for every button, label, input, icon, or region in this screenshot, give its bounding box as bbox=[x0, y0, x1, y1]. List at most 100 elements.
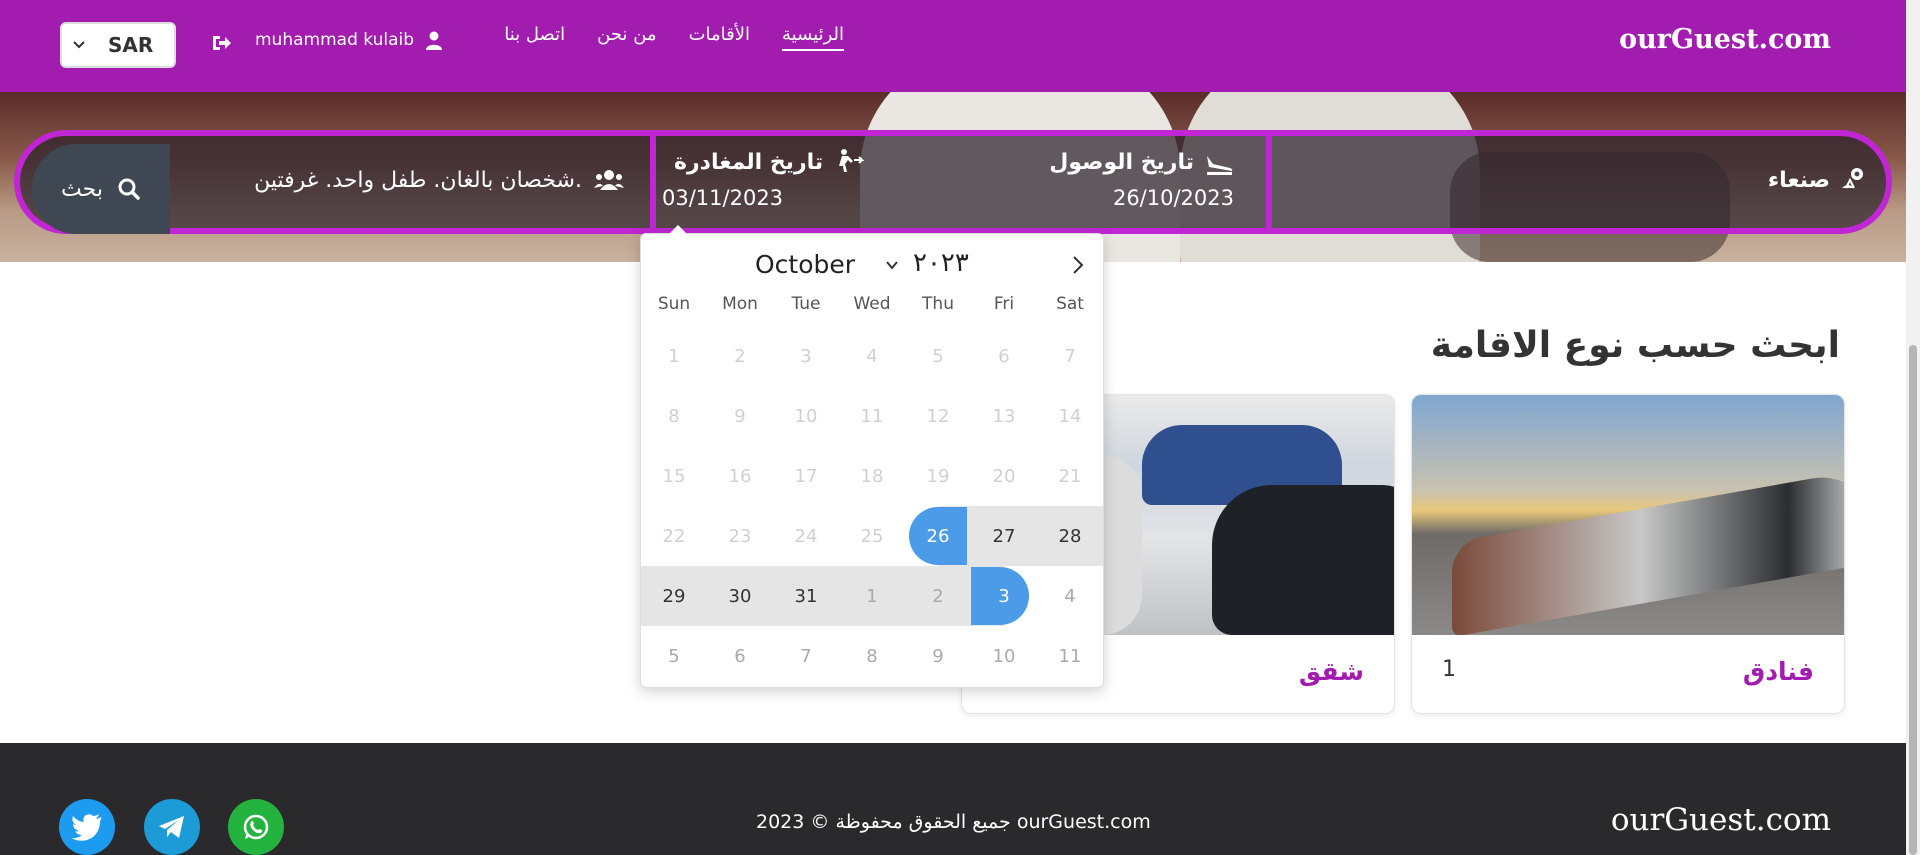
calendar-day[interactable]: 27 bbox=[971, 506, 1037, 566]
section-title: ابحث حسب نوع الاقامة bbox=[1430, 325, 1840, 366]
calendar-day: 3 bbox=[800, 345, 812, 367]
footer: ourGuest.com جميع الحقوق محفوظة © 2023 o… bbox=[0, 743, 1906, 855]
departure-label: تاريخ المغادرة bbox=[674, 150, 824, 175]
card-count: 1 bbox=[1442, 657, 1456, 682]
location-field[interactable]: صنعاء bbox=[1268, 136, 1886, 228]
departure-date: 03/11/2023 bbox=[662, 186, 784, 210]
departure-walk-icon bbox=[839, 149, 865, 172]
calendar-day[interactable]: 9 bbox=[905, 626, 971, 686]
calendar-day: 7 bbox=[1064, 345, 1076, 367]
calendar-day: 15 bbox=[662, 465, 686, 487]
user-menu[interactable]: muhammad kulaib bbox=[255, 30, 444, 50]
chevron-down-icon[interactable] bbox=[884, 258, 900, 272]
hotels-image bbox=[1412, 395, 1844, 635]
main-nav: الرئيسية الأقامات من نحن اتصل بنا bbox=[504, 24, 844, 51]
nav-contact[interactable]: اتصل بنا bbox=[504, 24, 565, 51]
calendar-day: 17 bbox=[794, 465, 818, 487]
footer-copyright: جميع الحقوق محفوظة © 2023 ourGuest.com bbox=[756, 811, 1151, 833]
calendar-day[interactable]: 5 bbox=[641, 626, 707, 686]
calendar-day: 10 bbox=[794, 405, 818, 427]
currency-select[interactable]: SAR bbox=[60, 22, 176, 68]
calendar-day: 13 bbox=[992, 405, 1016, 427]
logout-icon[interactable] bbox=[210, 32, 232, 54]
calendar-day: 4 bbox=[866, 345, 878, 367]
arrival-date: 26/10/2023 bbox=[1112, 186, 1234, 210]
calendar-day: 2 bbox=[734, 345, 746, 367]
calendar-day: 19 bbox=[926, 465, 950, 487]
nav-home[interactable]: الرئيسية bbox=[782, 24, 844, 51]
day-number: 26 bbox=[926, 525, 950, 547]
calendar-month[interactable]: October bbox=[755, 250, 855, 279]
calendar-day[interactable]: 11 bbox=[1037, 626, 1103, 686]
search-bar: صنعاء تاريخ الوصول 26/10/2023 03/11/2023… bbox=[14, 130, 1892, 234]
calendar-weekdays: Sun Mon Tue Wed Thu Fri Sat bbox=[641, 294, 1105, 314]
calendar-day: 25 bbox=[860, 525, 884, 547]
calendar-day[interactable]: 30 bbox=[707, 566, 773, 626]
users-icon bbox=[594, 170, 624, 190]
calendar-day[interactable]: 4 bbox=[1037, 566, 1103, 626]
calendar-day: 20 bbox=[992, 465, 1016, 487]
calendar-day: 18 bbox=[860, 465, 884, 487]
arrival-label: تاريخ الوصول bbox=[1049, 150, 1194, 175]
twitter-icon[interactable] bbox=[59, 799, 115, 855]
calendar-day[interactable]: 7 bbox=[773, 626, 839, 686]
calendar-day[interactable]: 29 bbox=[641, 566, 707, 626]
weekday: Sat bbox=[1056, 294, 1084, 314]
calendar-day-selected-start[interactable]: 26 bbox=[905, 506, 971, 566]
calendar-day: 9 bbox=[734, 405, 746, 427]
calendar-day: 21 bbox=[1058, 465, 1082, 487]
calendar-day: 1 bbox=[668, 345, 680, 367]
card-title: شقق bbox=[1298, 657, 1364, 686]
plane-landing-icon bbox=[1207, 156, 1233, 175]
weekday: Thu bbox=[922, 294, 954, 314]
calendar-grid: 1 2 3 4 5 6 7 8 9 10 11 12 13 14 15 16 1… bbox=[641, 326, 1105, 686]
calendar-day[interactable]: 10 bbox=[971, 626, 1037, 686]
header: ourGuest.com الرئيسية الأقامات من نحن ات… bbox=[0, 0, 1906, 92]
calendar-day: 12 bbox=[926, 405, 950, 427]
nav-about[interactable]: من نحن bbox=[597, 24, 656, 51]
calendar-day: 24 bbox=[794, 525, 818, 547]
scrollbar-thumb[interactable] bbox=[1909, 345, 1917, 855]
date-picker: October ٢٠٢٣ Sun Mon Tue Wed Thu Fri Sat… bbox=[640, 225, 1105, 688]
brand-logo[interactable]: ourGuest.com bbox=[1619, 24, 1831, 55]
whatsapp-icon[interactable] bbox=[228, 799, 284, 855]
chevron-down-icon bbox=[73, 41, 85, 49]
calendar-day: 16 bbox=[728, 465, 752, 487]
calendar-day[interactable]: 6 bbox=[707, 626, 773, 686]
calendar-day: 22 bbox=[662, 525, 686, 547]
search-button-label: بحث bbox=[61, 176, 103, 202]
search-icon bbox=[118, 178, 140, 200]
weekday: Wed bbox=[853, 294, 891, 314]
chevron-right-icon[interactable] bbox=[1069, 254, 1087, 276]
footer-brand[interactable]: ourGuest.com bbox=[1611, 802, 1831, 838]
location-label: صنعاء bbox=[1767, 168, 1830, 193]
telegram-icon[interactable] bbox=[144, 799, 200, 855]
calendar-day[interactable]: 28 bbox=[1037, 506, 1103, 566]
calendar-day[interactable]: 31 bbox=[773, 566, 839, 626]
location-pin-icon bbox=[1842, 168, 1863, 189]
guests-summary: شخصان بالغان. طفل واحد. غرفتين. bbox=[254, 168, 582, 193]
search-button[interactable]: بحث bbox=[32, 144, 170, 234]
stay-type-card-hotels[interactable]: فنادق 1 bbox=[1411, 394, 1845, 714]
card-title: فنادق bbox=[1742, 657, 1814, 686]
calendar-day[interactable]: 8 bbox=[839, 626, 905, 686]
nav-stays[interactable]: الأقامات bbox=[689, 24, 750, 51]
calendar-day[interactable]: 2 bbox=[905, 566, 971, 626]
user-name: muhammad kulaib bbox=[255, 30, 415, 50]
currency-value: SAR bbox=[108, 33, 154, 57]
weekday: Mon bbox=[722, 294, 758, 314]
calendar-year[interactable]: ٢٠٢٣ bbox=[913, 248, 969, 278]
calendar-day: 11 bbox=[860, 405, 884, 427]
guests-field[interactable]: شخصان بالغان. طفل واحد. غرفتين. bbox=[170, 136, 648, 228]
page-scrollbar[interactable] bbox=[1906, 0, 1920, 855]
calendar-day: 23 bbox=[728, 525, 752, 547]
calendar-day-selected-end[interactable]: 3 bbox=[971, 566, 1037, 626]
calendar-day: 14 bbox=[1058, 405, 1082, 427]
calendar-day[interactable]: 1 bbox=[839, 566, 905, 626]
calendar-day: 8 bbox=[668, 405, 680, 427]
calendar-day: 6 bbox=[998, 345, 1010, 367]
calendar-day: 5 bbox=[932, 345, 944, 367]
user-icon bbox=[426, 31, 443, 50]
departure-date-field[interactable]: 03/11/2023 تاريخ المغادرة bbox=[660, 136, 890, 228]
weekday: Sun bbox=[657, 294, 691, 314]
